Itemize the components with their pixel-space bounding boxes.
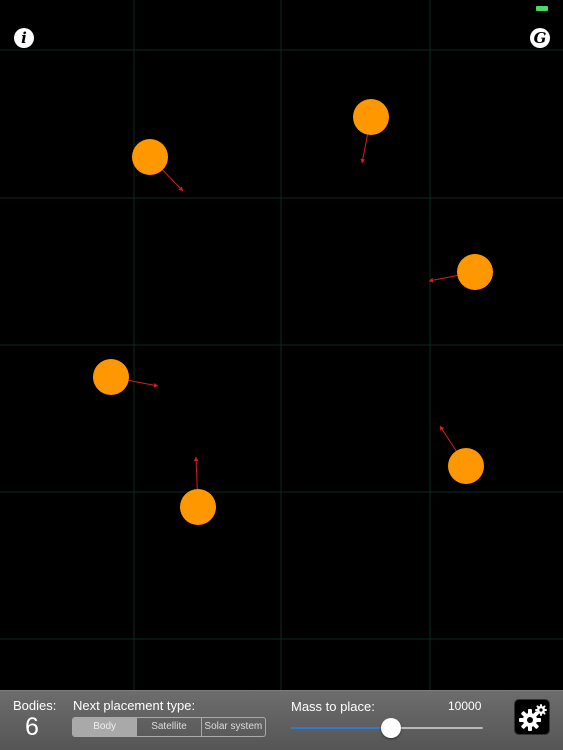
body-circle[interactable]	[93, 359, 129, 395]
bottom-toolbar: Bodies: 6 Next placement type: Body Sate…	[0, 690, 563, 750]
mass-slider[interactable]	[291, 717, 483, 739]
body-circle[interactable]	[448, 448, 484, 484]
velocity-arrowhead	[360, 158, 366, 163]
settings-button[interactable]	[514, 699, 550, 735]
simulation-svg[interactable]	[0, 0, 563, 690]
velocity-vector	[428, 274, 458, 282]
body-circle[interactable]	[457, 254, 493, 290]
gravity-button[interactable]: G	[530, 28, 550, 48]
velocity-arrowhead	[153, 382, 158, 388]
body-3[interactable]	[428, 254, 493, 290]
bodies-label: Bodies:	[13, 698, 57, 713]
body-6[interactable]	[439, 425, 484, 484]
placement-type-segmented-control[interactable]: Body Satellite Solar system	[72, 717, 266, 737]
velocity-arrowhead	[193, 457, 199, 462]
placement-option-body[interactable]: Body	[73, 718, 138, 736]
gravity-icon: G	[533, 29, 547, 47]
mass-value: 10000	[448, 699, 482, 713]
simulation-canvas[interactable]	[0, 0, 563, 690]
mass-slider-fill	[291, 727, 391, 729]
body-circle[interactable]	[180, 489, 216, 525]
gear-icon	[519, 704, 547, 731]
placement-option-solar-system[interactable]: Solar system	[202, 718, 265, 736]
velocity-vector	[361, 134, 369, 164]
body-2[interactable]	[353, 99, 389, 164]
body-circle[interactable]	[353, 99, 389, 135]
placement-type-label: Next placement type:	[73, 698, 196, 713]
placement-option-satellite[interactable]: Satellite	[137, 718, 202, 736]
velocity-vector	[128, 379, 159, 387]
info-button[interactable]: i	[14, 28, 34, 48]
mass-slider-thumb[interactable]	[380, 718, 401, 738]
bodies-count: 6	[25, 713, 39, 741]
body-5[interactable]	[180, 456, 216, 525]
body-1[interactable]	[132, 139, 184, 192]
velocity-vector	[195, 456, 198, 490]
info-icon: i	[21, 29, 27, 47]
body-circle[interactable]	[132, 139, 168, 175]
velocity-vector	[162, 169, 184, 192]
velocity-vector	[439, 425, 457, 452]
body-4[interactable]	[93, 359, 159, 395]
battery-indicator	[536, 6, 548, 11]
mass-label: Mass to place:	[291, 699, 375, 714]
